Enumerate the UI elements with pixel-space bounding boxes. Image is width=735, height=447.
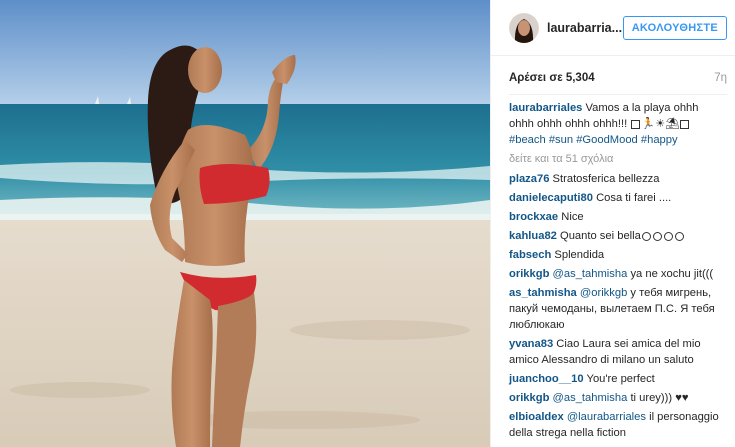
post-photo[interactable]: [0, 0, 490, 447]
comment: orikkgb @as_tahmisha ya ne xochu jit(((: [509, 266, 725, 282]
comment: kahlua82 Quanto sei bella: [509, 228, 725, 244]
comment-mention[interactable]: @as_tahmisha: [553, 268, 628, 280]
comment-text: Quanto sei bella: [560, 230, 641, 242]
comment-username[interactable]: plaza76: [509, 173, 549, 185]
comment-text: ti urey))) ♥♥: [630, 392, 689, 404]
post-timestamp[interactable]: 7η: [714, 72, 727, 84]
emoji-icon: [652, 231, 662, 241]
comment-username[interactable]: juanchoo__10: [509, 373, 584, 385]
comment-text: Nice: [561, 211, 584, 223]
post-meta: Αρέσει σε 5,304 7η: [509, 72, 727, 84]
comment: brockxae Nice: [509, 209, 725, 225]
comment: juanchoo__10 You're perfect: [509, 371, 725, 387]
comment: plaza76 Stratosferica bellezza: [509, 171, 725, 187]
hashtag[interactable]: #GoodMood: [576, 134, 638, 146]
emoji-icon: [641, 231, 651, 241]
comment-text: You're perfect: [586, 373, 655, 385]
comment: fabsech Splendida: [509, 247, 725, 263]
comment-username[interactable]: kahlua82: [509, 230, 557, 242]
post-username[interactable]: laurabarria...: [547, 21, 623, 35]
emoji-icon: [631, 119, 641, 129]
caption: laurabarriales Vamos a la playa ohhh ohh…: [509, 100, 725, 148]
comment: elbioaldex @laurabarriales il personaggi…: [509, 409, 725, 441]
likes-count[interactable]: Αρέσει σε 5,304: [509, 72, 595, 84]
comment-username[interactable]: fabsech: [509, 249, 551, 261]
comment-text: ya ne xochu jit(((: [630, 268, 714, 280]
comment-username[interactable]: danielecaputi80: [509, 192, 593, 204]
avatar-image: [509, 12, 539, 43]
comment-mention[interactable]: @orikkgb: [580, 287, 627, 299]
hashtag[interactable]: #happy: [641, 134, 678, 146]
post-side-panel: laurabarria... ΑΚΟΛΟΥΘΗΣΤΕ Αρέσει σε 5,3…: [490, 0, 735, 447]
view-all-comments-link[interactable]: δείτε και τα 51 σχόλια: [509, 151, 725, 167]
comment-username[interactable]: brockxae: [509, 211, 558, 223]
hashtag[interactable]: #sun: [549, 134, 573, 146]
comment: as_tahmisha @orikkgb у тебя мигрень, пак…: [509, 285, 725, 333]
comment-text: Stratosferica bellezza: [552, 173, 660, 185]
comment-text: Splendida: [554, 249, 605, 261]
comment: danielecaputi80 Cosa ti farei ....: [509, 190, 725, 206]
comment-mention[interactable]: @as_tahmisha: [553, 392, 628, 404]
divider: [509, 94, 727, 95]
emoji-icon: [674, 231, 684, 241]
comment-username[interactable]: orikkgb: [509, 268, 549, 280]
comment: orikkgb @as_tahmisha ti urey))) ♥♥: [509, 390, 725, 406]
post-header: laurabarria... ΑΚΟΛΟΥΘΗΣΤΕ: [491, 0, 735, 56]
avatar[interactable]: [509, 12, 539, 43]
comment-username[interactable]: orikkgb: [509, 392, 549, 404]
comment-text: Cosa ti farei ....: [596, 192, 672, 204]
comment: yvana83 Ciao Laura sei amica del mio ami…: [509, 336, 725, 368]
comment-username[interactable]: elbioaldex: [509, 411, 564, 423]
emoji-icon: [680, 119, 690, 129]
hashtag[interactable]: #beach: [509, 134, 546, 146]
emoji-icon: 🏃☀⛱: [641, 118, 680, 130]
comments-list: laurabarriales Vamos a la playa ohhh ohh…: [509, 100, 725, 444]
comment-mention[interactable]: @laurabarriales: [567, 411, 646, 423]
emoji-icon: [663, 231, 673, 241]
caption-username[interactable]: laurabarriales: [509, 102, 582, 114]
beach-photo: [0, 0, 490, 447]
comment-username[interactable]: as_tahmisha: [509, 287, 577, 299]
follow-button[interactable]: ΑΚΟΛΟΥΘΗΣΤΕ: [622, 15, 727, 40]
comment-username[interactable]: yvana83: [509, 338, 553, 350]
